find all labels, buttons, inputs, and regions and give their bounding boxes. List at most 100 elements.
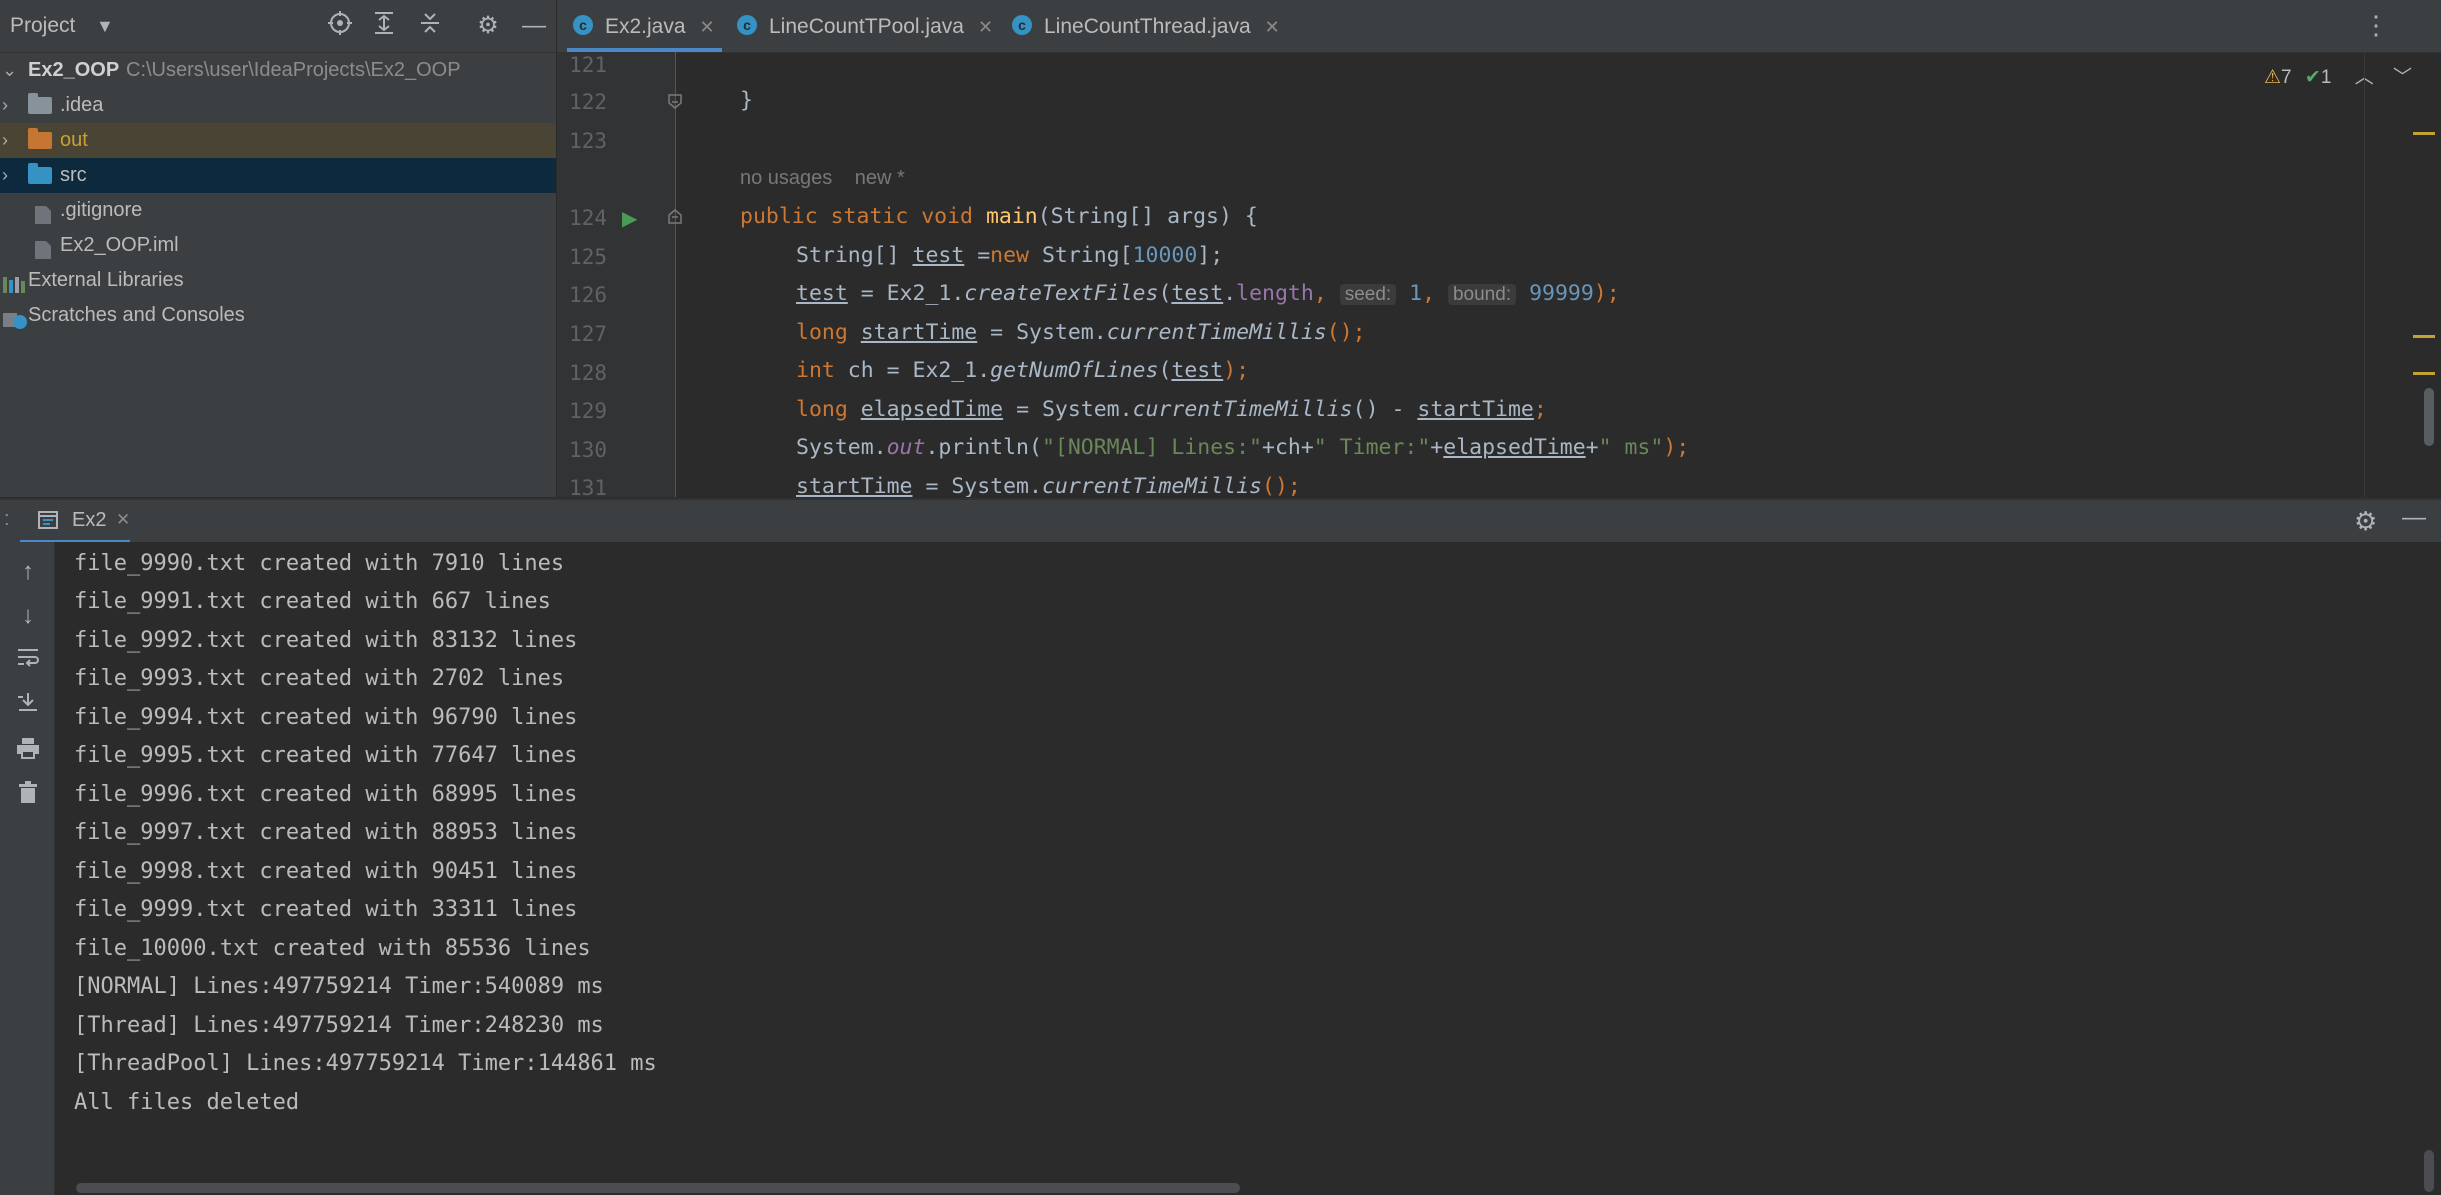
- warning-marker[interactable]: [2413, 335, 2435, 338]
- code-line-125[interactable]: String[] test =new String[10000];: [796, 243, 1223, 268]
- tree-item-label: Ex2_OOP.iml: [60, 234, 179, 256]
- tree-item-label: .idea: [60, 94, 104, 116]
- code-line-128[interactable]: int ch = Ex2_1.getNumOfLines(test);: [796, 358, 1249, 383]
- tree-item-out[interactable]: › out: [0, 123, 556, 158]
- code-line-122[interactable]: }: [740, 88, 753, 113]
- chevron-right-icon[interactable]: ›: [2, 88, 8, 123]
- close-icon[interactable]: ✕: [116, 510, 130, 530]
- run-tab-ex2[interactable]: Ex2 ✕: [20, 500, 132, 544]
- warning-marker[interactable]: [2413, 132, 2435, 135]
- code-token: (: [1158, 358, 1172, 383]
- editor-gutter: [557, 52, 675, 497]
- soft-wrap-icon[interactable]: [12, 646, 44, 678]
- arrow-up-icon[interactable]: ↑: [12, 556, 44, 588]
- code-token: test: [912, 243, 965, 268]
- console-horizontal-scrollbar[interactable]: [76, 1183, 1240, 1193]
- tree-item-external-libraries[interactable]: External Libraries: [0, 263, 556, 298]
- console-line: file_9993.txt created with 2702 lines: [74, 666, 565, 691]
- code-token: startTime: [796, 474, 913, 497]
- more-icon[interactable]: ⋮: [2363, 10, 2389, 41]
- code-token: () -: [1352, 397, 1418, 422]
- tree-item-label: out: [60, 129, 88, 151]
- tab-linecountthread[interactable]: c LineCountThread.java ✕: [1012, 0, 1280, 52]
- code-line-124[interactable]: public static void main(String[] args) {: [740, 204, 1258, 229]
- line-number: 131: [569, 476, 607, 497]
- code-token: ,: [1313, 281, 1340, 306]
- warning-marker[interactable]: [2413, 372, 2435, 375]
- inspection-widget[interactable]: ⚠7 ✔1 ︿ ﹀: [2264, 62, 2412, 89]
- print-icon[interactable]: [12, 736, 44, 768]
- console-line: file_9996.txt created with 68995 lines: [74, 782, 578, 807]
- tree-item-idea[interactable]: › .idea: [0, 88, 556, 123]
- tree-item-src[interactable]: › src: [0, 158, 556, 193]
- code-token: 1: [1409, 281, 1423, 306]
- gear-icon[interactable]: ⚙: [2354, 506, 2377, 537]
- code-token: createTextFiles: [964, 281, 1159, 306]
- author-hint[interactable]: new *: [855, 167, 905, 189]
- console-line: file_9992.txt created with 83132 lines: [74, 628, 578, 653]
- folder-icon: [28, 93, 52, 114]
- locate-icon[interactable]: [324, 10, 356, 42]
- tree-item-label: .gitignore: [60, 199, 143, 221]
- next-highlight-icon[interactable]: ﹀: [2393, 67, 2412, 88]
- code-token: " Timer:": [1313, 435, 1431, 460]
- line-number: 127: [569, 322, 607, 346]
- close-icon[interactable]: ✕: [978, 17, 993, 37]
- tree-item-gitignore[interactable]: .gitignore: [0, 193, 556, 228]
- console-vertical-scrollbar[interactable]: [2424, 1150, 2434, 1192]
- fold-icon[interactable]: [666, 208, 684, 231]
- minimize-icon[interactable]: —: [2402, 504, 2426, 532]
- close-icon[interactable]: ✕: [1265, 17, 1280, 37]
- code-line-129[interactable]: long elapsedTime = System.currentTimeMil…: [796, 397, 1547, 422]
- code-line-127[interactable]: long startTime = System.currentTimeMilli…: [796, 320, 1366, 345]
- java-class-icon: c: [737, 15, 757, 36]
- chevron-down-icon[interactable]: ⌄: [2, 53, 17, 88]
- project-view-label[interactable]: Project: [10, 14, 75, 38]
- code-token: +: [1430, 435, 1444, 460]
- console-line: [Thread] Lines:497759214 Timer:248230 ms: [74, 1013, 604, 1038]
- code-vision-annotation[interactable]: no usages new *: [740, 167, 905, 190]
- line-number: 126: [569, 283, 607, 307]
- code-token: elapsedTime: [860, 397, 1004, 422]
- console-icon: [38, 511, 58, 534]
- close-icon[interactable]: ✕: [700, 17, 715, 37]
- code-token: test: [796, 281, 848, 306]
- chevron-right-icon[interactable]: ›: [2, 158, 8, 193]
- project-root-name: Ex2_OOP: [28, 59, 120, 81]
- gear-icon[interactable]: ⚙: [472, 10, 504, 42]
- run-icon[interactable]: ▶: [622, 206, 637, 231]
- usages-hint[interactable]: no usages: [740, 167, 832, 189]
- tree-item-scratches[interactable]: Scratches and Consoles: [0, 298, 556, 333]
- chevron-right-icon[interactable]: ›: [2, 123, 8, 158]
- tab-linecounttpool[interactable]: c LineCountTPool.java ✕: [737, 0, 993, 52]
- code-token: 10000: [1132, 243, 1198, 268]
- code-token: ();: [1326, 320, 1366, 345]
- code-line-130[interactable]: System.out.println("[NORMAL] Lines:"+ch+…: [796, 435, 1689, 460]
- tree-item-iml[interactable]: Ex2_OOP.iml: [0, 228, 556, 263]
- project-panel-header: Project ▼ ⚙ —: [0, 0, 556, 53]
- code-token: +ch+: [1262, 435, 1314, 460]
- collapse-all-icon[interactable]: [414, 10, 446, 42]
- code-token: String[: [1041, 243, 1133, 268]
- expand-all-icon[interactable]: [368, 10, 400, 42]
- line-number: 128: [569, 361, 607, 385]
- code-token: ,: [1422, 281, 1448, 306]
- code-token: }: [740, 88, 753, 113]
- scroll-to-end-icon[interactable]: [12, 690, 44, 722]
- code-token: getNumOfLines: [990, 358, 1159, 383]
- fold-icon[interactable]: [666, 92, 684, 115]
- code-line-131[interactable]: startTime = System.currentTimeMillis();: [796, 474, 1301, 497]
- code-line-126[interactable]: test = Ex2_1.createTextFiles(test.length…: [796, 281, 1620, 306]
- tab-ex2[interactable]: c Ex2.java ✕: [573, 0, 715, 52]
- code-token: 99999: [1529, 281, 1594, 306]
- warning-count: 7: [2281, 67, 2292, 88]
- tab-label: LineCountThread.java: [1044, 15, 1251, 38]
- code-token: .: [1223, 281, 1237, 306]
- arrow-down-icon[interactable]: ↓: [12, 600, 44, 632]
- project-root-row[interactable]: ⌄ Ex2_OOP C:\Users\user\IdeaProjects\Ex2…: [0, 53, 556, 88]
- editor-scrollbar-thumb[interactable]: [2424, 388, 2434, 446]
- minimize-icon[interactable]: —: [518, 10, 550, 42]
- chevron-down-icon[interactable]: ▼: [96, 16, 114, 37]
- trash-icon[interactable]: [12, 780, 44, 812]
- console-line: file_9995.txt created with 77647 lines: [74, 743, 578, 768]
